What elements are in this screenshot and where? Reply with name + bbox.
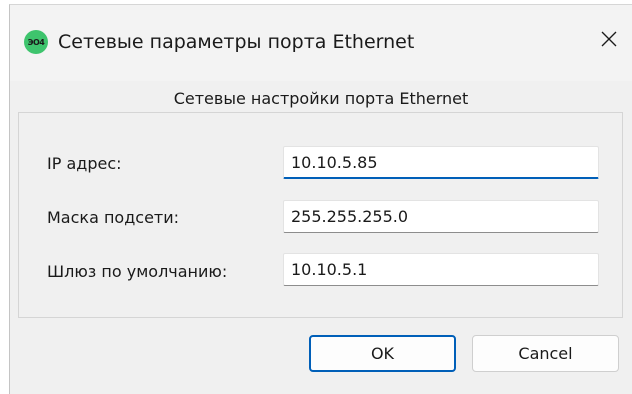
- group-title: Сетевые настройки порта Ethernet: [10, 89, 632, 108]
- close-button[interactable]: [586, 13, 632, 65]
- window-title: Сетевые параметры порта Ethernet: [58, 31, 415, 53]
- default-gateway-label: Шлюз по умолчанию:: [47, 262, 228, 281]
- subnet-mask-label: Маска подсети:: [47, 208, 180, 227]
- app-logo-text: ЭО4: [27, 37, 45, 47]
- default-gateway-input[interactable]: [283, 253, 599, 286]
- ip-address-input[interactable]: [283, 146, 599, 179]
- app-logo-icon: ЭО4: [24, 30, 48, 54]
- ip-address-label: IP адрес:: [47, 154, 122, 173]
- title-bar[interactable]: ЭО4 Сетевые параметры порта Ethernet: [10, 5, 632, 81]
- cancel-button[interactable]: Cancel: [472, 335, 619, 372]
- group-title-text: Сетевые настройки порта Ethernet: [167, 89, 475, 108]
- subnet-mask-input[interactable]: [283, 200, 599, 233]
- dialog-window: ЭО4 Сетевые параметры порта Ethernet Сет…: [9, 4, 632, 394]
- close-icon: [601, 31, 617, 47]
- ok-button[interactable]: OK: [309, 335, 456, 372]
